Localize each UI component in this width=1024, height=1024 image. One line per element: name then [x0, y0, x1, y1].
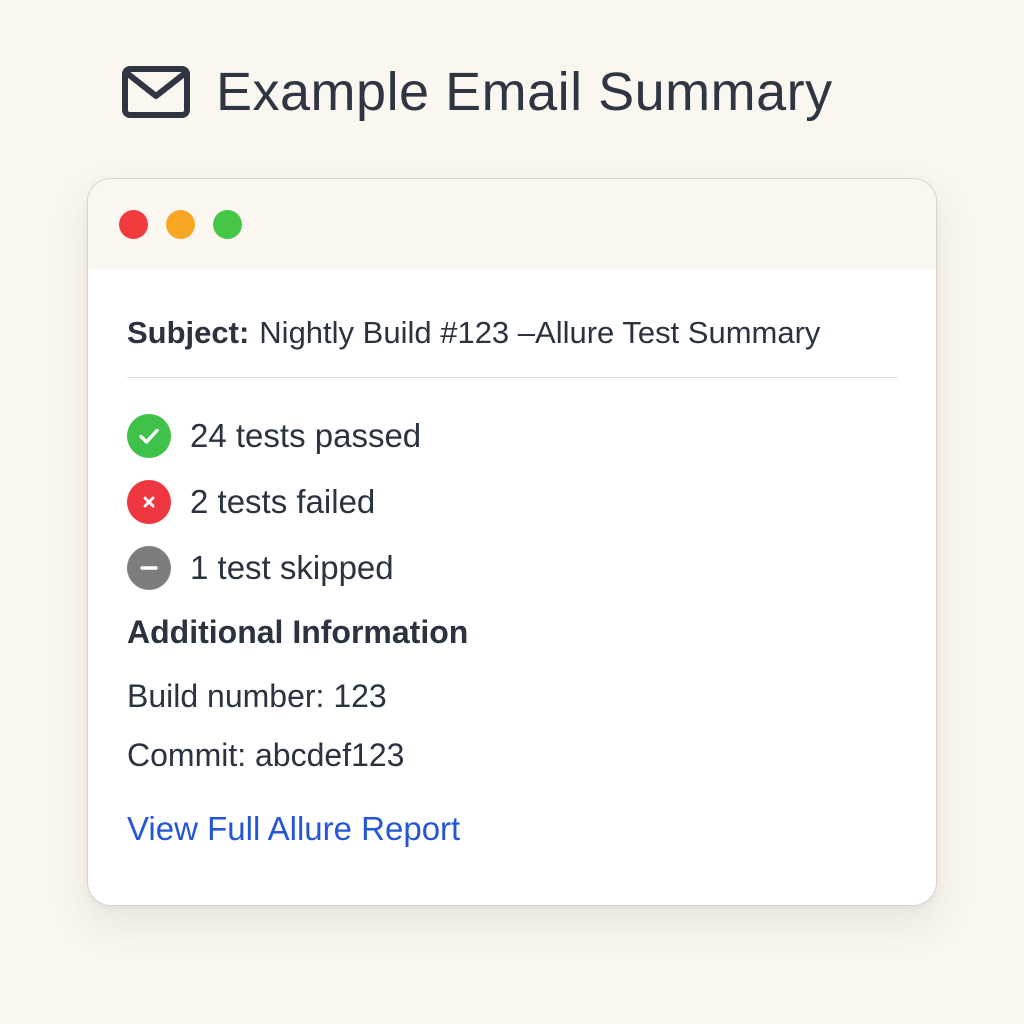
email-subject: Subject: Nightly Build #123 –Allure Test…	[127, 313, 898, 353]
result-row-skipped: 1 test skipped	[127, 544, 898, 592]
window-titlebar	[88, 179, 936, 269]
result-row-passed: 24 tests passed	[127, 412, 898, 460]
test-results-list: 24 tests passed 2 tests failed 1 test sk…	[127, 412, 898, 592]
subject-value: Nightly Build #123 –Allure Test Summary	[259, 315, 821, 350]
skipped-count-text: 1 test skipped	[190, 549, 394, 586]
check-circle-icon	[127, 414, 171, 458]
result-row-failed: 2 tests failed	[127, 478, 898, 526]
email-body: Subject: Nightly Build #123 –Allure Test…	[127, 269, 898, 851]
build-number-line: Build number: 123	[127, 678, 387, 714]
commit-line: Commit: abcdef123	[127, 737, 405, 773]
failed-count-text: 2 tests failed	[190, 483, 376, 520]
close-window-button[interactable]	[119, 209, 148, 239]
minimize-window-button[interactable]	[166, 209, 195, 239]
page-header: Example Email Summary	[122, 52, 833, 132]
minus-circle-icon	[127, 546, 171, 590]
view-report-link[interactable]: View Full Allure Report	[127, 807, 460, 851]
additional-info-heading: Additional Information	[127, 614, 469, 650]
passed-count-text: 24 tests passed	[190, 417, 422, 454]
maximize-window-button[interactable]	[213, 209, 242, 239]
email-window: Subject: Nightly Build #123 –Allure Test…	[87, 178, 937, 906]
mail-icon	[122, 66, 190, 118]
x-circle-icon	[127, 480, 171, 524]
page-title: Example Email Summary	[216, 62, 833, 122]
subject-divider	[127, 377, 898, 378]
subject-label: Subject:	[127, 315, 250, 350]
